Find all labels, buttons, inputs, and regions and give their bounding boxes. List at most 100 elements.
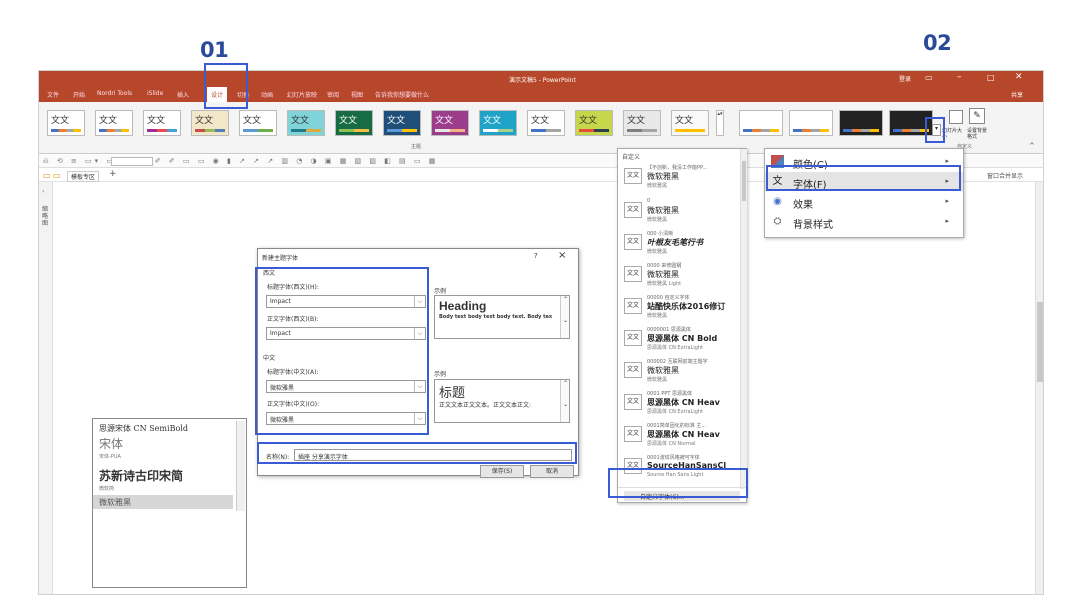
font-theme-title: 0 (647, 198, 651, 204)
slide-size-label[interactable]: 幻灯片大小 (942, 128, 966, 140)
theme-thumbnail[interactable]: 文文 (287, 110, 325, 136)
theme-thumbnail[interactable]: 文文 (95, 110, 133, 136)
share-button[interactable]: 共享 (1011, 90, 1023, 99)
sample-label-east: 示例 (434, 371, 447, 378)
folder-icon[interactable]: ▭ (43, 171, 51, 180)
cancel-button[interactable]: 取消 (530, 465, 574, 478)
font-theme-item[interactable]: 文文 0000 来修圆钢 微软雅黑 微软雅黑 Light (618, 261, 740, 289)
ribbon-tabs: 文件 开始 Nordri Tools iSlide 插入 设计 切换 动画 幻灯… (39, 87, 1043, 102)
font-theme-main: 叶根友毛笔行书 (647, 238, 703, 247)
theme-thumbnail-label: 文文 (99, 116, 118, 126)
tab-insert[interactable]: 插入 (177, 90, 189, 99)
merge-windows-button[interactable]: 窗口合并显示 (987, 171, 1023, 180)
format-background-icon[interactable]: ✎ (969, 108, 985, 124)
font-theme-sub: 思源黑体 CN ExtraLight (647, 409, 704, 415)
help-button[interactable]: ? (534, 252, 538, 260)
gallery-scrollbar[interactable] (740, 149, 747, 489)
theme-thumbnail[interactable]: 文文 (335, 110, 373, 136)
font-theme-title: 0001简单固化的标准 主... (647, 423, 707, 429)
font-theme-main: 微软雅黑 (647, 206, 679, 215)
theme-thumbnail[interactable]: 文文 (575, 110, 613, 136)
tab-slideshow[interactable]: 幻灯片放映 (287, 90, 317, 99)
background-style-icon: ⛭ (773, 216, 782, 227)
font-theme-icon: 文文 (624, 202, 642, 218)
theme-thumbnail-label: 文文 (195, 116, 214, 126)
ribbon-display-icon[interactable]: ▭ (925, 73, 933, 82)
tab-file[interactable]: 文件 (47, 90, 59, 99)
chevron-right-icon: ▸ (945, 197, 949, 205)
font-option[interactable]: 思源宋体 CN SemiBold (99, 423, 188, 434)
theme-fonts-gallery: 自定义 文文 【不创新，我没工作能PP... 微软雅黑 微软雅黑 文文 0 微软雅黑 微软雅… (617, 148, 747, 503)
tab-islide[interactable]: iSlide (147, 90, 163, 97)
tab-home[interactable]: 开始 (73, 90, 85, 99)
tell-me-search[interactable]: 告诉我你想要做什么 (375, 90, 429, 99)
dialog-close-button[interactable]: × (558, 250, 566, 261)
font-theme-sub: 微软雅黑 (647, 377, 668, 383)
theme-thumbnail[interactable]: 文文 (527, 110, 565, 136)
theme-thumbnail[interactable]: 文文 (431, 110, 469, 136)
variant-thumbnail[interactable] (839, 110, 883, 136)
format-background-label[interactable]: 设置背景格式 (967, 128, 991, 140)
font-theme-main: 站酷快乐体2016修订 (647, 302, 726, 311)
sample-scroll-icon[interactable]: ⌃ ⌄ (560, 296, 569, 338)
vertical-scrollbar[interactable] (1035, 182, 1043, 594)
tab-template-zone[interactable]: 模板专区 (67, 171, 100, 182)
maximize-icon[interactable]: □ (987, 73, 995, 82)
font-theme-sub: 思源黑体 CN Normal (647, 441, 696, 447)
add-tab-button[interactable]: + (109, 169, 117, 179)
sample-scroll-icon[interactable]: ⌃ ⌄ (560, 380, 569, 422)
folder-open-icon[interactable]: ▭ (53, 171, 61, 180)
tab-review[interactable]: 审阅 (327, 90, 339, 99)
theme-thumbnail-label: 文文 (51, 116, 70, 126)
theme-thumbnail[interactable]: 文文 (671, 110, 709, 136)
sidebar-expand-icon[interactable]: › (42, 188, 44, 195)
theme-thumbnail-label: 文文 (147, 116, 166, 126)
theme-thumbnail[interactable]: 文文 (479, 110, 517, 136)
slide-size-icon[interactable] (949, 110, 963, 124)
scroll-thumb[interactable] (1037, 302, 1043, 382)
signin-link[interactable]: 登录 (899, 74, 911, 83)
variant-thumbnail[interactable] (739, 110, 783, 136)
font-theme-item[interactable]: 文文 00000 自定义字体 站酷快乐体2016修订 微软雅黑 (618, 293, 740, 321)
gallery-scroll-thumb[interactable] (742, 161, 746, 201)
font-theme-item[interactable]: 文文 0000001 思源黑体 思源黑体 CN Bold 思源黑体 CN ExtraL… (618, 325, 740, 353)
font-theme-icon: 文文 (624, 168, 642, 184)
collapse-ribbon-icon[interactable]: ^ (1029, 142, 1035, 150)
menu-item-background-styles[interactable]: ⛭ 背景样式 ▸ (765, 212, 963, 231)
menu-item-effects[interactable]: ◉ 效果 ▸ (765, 192, 963, 211)
font-theme-item[interactable]: 文文 0001 PPT 思源黑体 思源黑体 CN Heav 思源黑体 CN Extra… (618, 389, 740, 417)
font-option[interactable]: 苏新诗古印宋简 (99, 467, 183, 484)
font-theme-item[interactable]: 文文 0 微软雅黑 微软雅黑 (618, 197, 740, 225)
font-option-selected[interactable]: 微软雅黑 (93, 495, 233, 509)
font-option-sub: 宋体-PUA (99, 454, 121, 460)
font-theme-item[interactable]: 文文 000002 互联网前端主题字 微软雅黑 微软雅黑 (618, 357, 740, 385)
theme-thumbnail[interactable]: 文文 (623, 110, 661, 136)
font-theme-item[interactable]: 文文 【不创新，我没工作能PP... 微软雅黑 微软雅黑 (618, 163, 740, 191)
theme-thumbnail-label: 文文 (339, 116, 358, 126)
east-font-dropdown: 思源宋体 CN SemiBold 宋体 宋体-PUA 苏新诗古印宋简 微软简 微… (92, 418, 247, 588)
font-theme-item[interactable]: 文文 000 小清晰 叶根友毛笔行书 微软雅黑 (618, 229, 740, 257)
theme-scroll-icon[interactable]: ▴▾ (716, 110, 724, 136)
minimize-icon[interactable]: – (957, 72, 962, 82)
theme-thumbnail[interactable]: 文文 (191, 110, 229, 136)
theme-thumbnail[interactable]: 文文 (47, 110, 85, 136)
font-theme-main: 微软雅黑 (647, 172, 679, 181)
font-theme-main: 思源黑体 CN Heav (647, 430, 720, 439)
tab-nordri-tools[interactable]: Nordri Tools (97, 90, 132, 97)
theme-thumbnail[interactable]: 文文 (239, 110, 277, 136)
theme-thumbnail[interactable]: 文文 (143, 110, 181, 136)
font-option[interactable]: 宋体 (99, 435, 123, 452)
theme-thumbnail[interactable]: 文文 (383, 110, 421, 136)
font-size-combo[interactable] (111, 157, 153, 166)
tab-view[interactable]: 视图 (351, 90, 363, 99)
save-button[interactable]: 保存(S) (480, 465, 524, 478)
variant-thumbnail[interactable] (789, 110, 833, 136)
tab-animations[interactable]: 动画 (261, 90, 273, 99)
theme-thumbnail-label: 文文 (291, 116, 310, 126)
font-theme-title: 00000 自定义字体 (647, 295, 690, 301)
close-icon[interactable]: ✕ (1015, 72, 1023, 82)
format-tools-icons[interactable]: ⎌ ⟲ ≡ ▭▾ ▭▾ ⊠ A ✐ ✐ ▭ ▭ ◉ ▮ ↗ ↗ ↗ ▥ ◔ ◑ … (43, 157, 438, 166)
dropdown-scrollbar[interactable] (236, 421, 245, 511)
font-theme-item[interactable]: 文文 0001简单固化的标准 主... 思源黑体 CN Heav 思源黑体 CN No… (618, 421, 740, 449)
font-theme-icon: 文文 (624, 266, 642, 282)
